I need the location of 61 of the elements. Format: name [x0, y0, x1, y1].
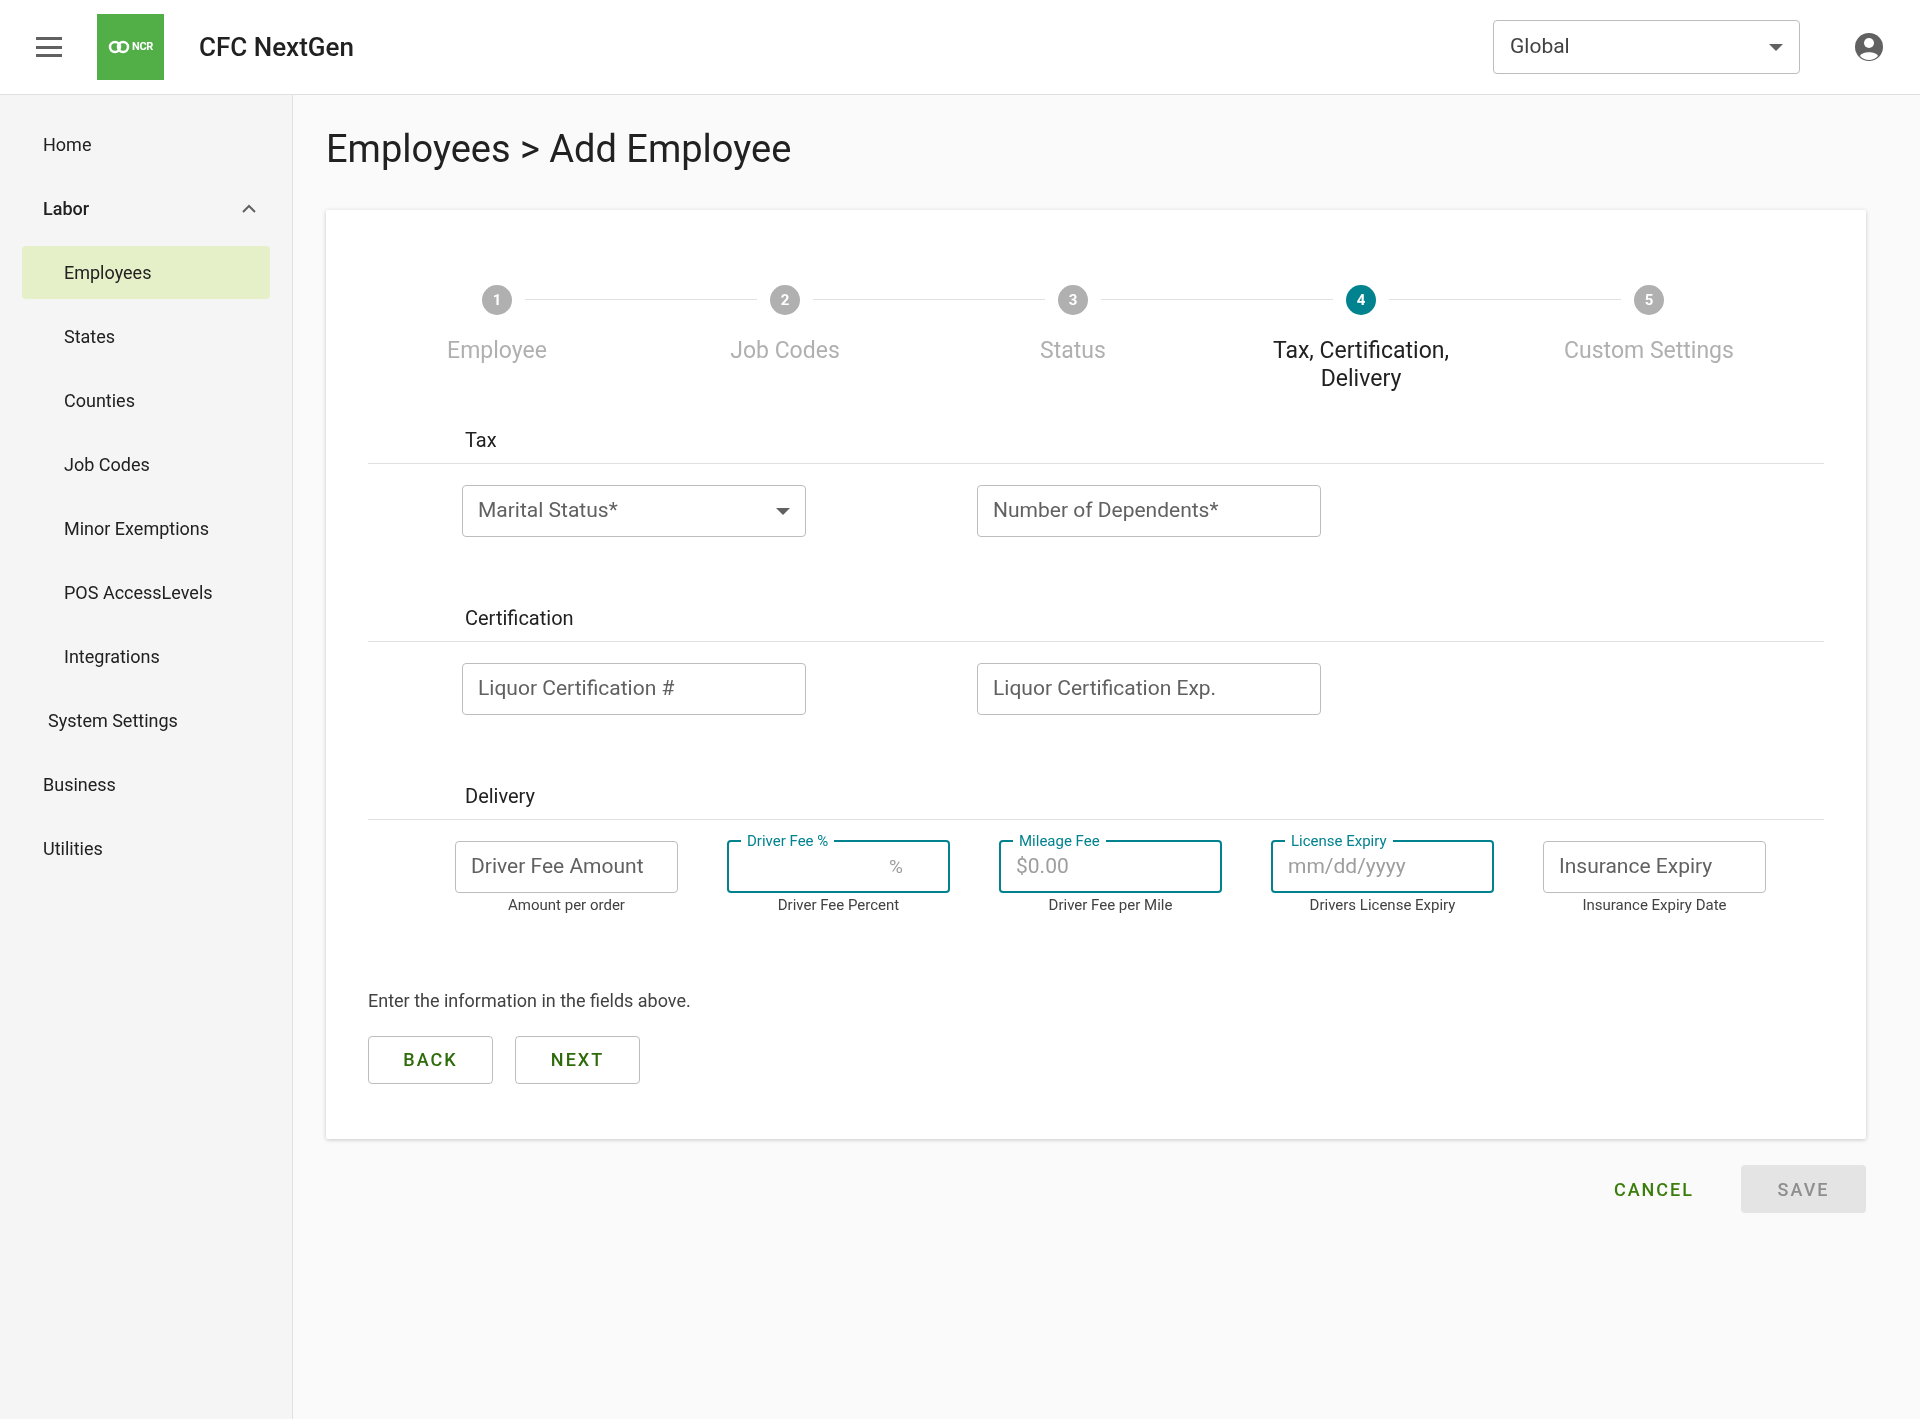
- step-number[interactable]: 4: [1346, 285, 1376, 315]
- dropdown-arrow-icon: [1769, 43, 1783, 51]
- menu-icon[interactable]: [36, 37, 62, 57]
- field-label: License Expiry: [1290, 831, 1388, 851]
- nav-item[interactable]: Employees: [22, 246, 270, 299]
- input-field[interactable]: Number of Dependents*: [977, 485, 1321, 537]
- logo-text: NCR: [131, 38, 154, 55]
- section-title: Certification: [368, 603, 1824, 642]
- nav-item[interactable]: Integrations: [22, 630, 270, 683]
- step-label: Tax, Certification, Delivery: [1272, 337, 1450, 393]
- helper-text: Insurance Expiry Date: [1582, 895, 1727, 916]
- nav-item[interactable]: Minor Exemptions: [22, 502, 270, 555]
- section-title: Delivery: [368, 781, 1824, 820]
- input-field[interactable]: Driver Fee Amount: [455, 841, 678, 893]
- input-text[interactable]: Insurance Expiry: [1559, 851, 1750, 883]
- page-title: Employees > Add Employee: [326, 130, 793, 168]
- section-title: Tax: [368, 425, 1824, 464]
- nav-item[interactable]: POS AccessLevels: [22, 566, 270, 619]
- helper-text: Amount per order: [508, 895, 625, 916]
- input-text[interactable]: Liquor Certification Exp.: [993, 673, 1305, 705]
- nav-item[interactable]: Utilities: [22, 822, 270, 875]
- input-text[interactable]: mm/dd/yyyy: [1288, 851, 1477, 883]
- footer-button: SAVE: [1741, 1165, 1866, 1213]
- nav-label: Labor: [43, 197, 90, 221]
- nav-item[interactable]: Job Codes: [22, 438, 270, 491]
- step-label: Custom Settings: [1563, 337, 1735, 365]
- helper-text: Driver Fee Percent: [777, 895, 900, 916]
- nav-item[interactable]: States: [22, 310, 270, 363]
- step-label: Status: [1039, 337, 1107, 365]
- app-title: CFC NextGen: [199, 30, 354, 64]
- dropdown-arrow-icon: [776, 507, 790, 515]
- scope-select[interactable]: Global: [1493, 20, 1800, 74]
- helper-text: Drivers License Expiry: [1309, 895, 1456, 916]
- footer-button[interactable]: CANCEL: [1603, 1165, 1704, 1213]
- nav-item[interactable]: System Settings: [22, 694, 270, 747]
- chevron-up-icon: [242, 204, 256, 213]
- nav-item[interactable]: Home: [22, 118, 270, 171]
- input-field[interactable]: Liquor Certification #: [462, 663, 806, 715]
- input-text[interactable]: Driver Fee Amount: [471, 851, 662, 883]
- account-icon[interactable]: [1854, 32, 1884, 62]
- input-text[interactable]: $0.00: [1016, 851, 1205, 883]
- step-button[interactable]: NEXT: [515, 1035, 640, 1084]
- field-label: Driver Fee %: [746, 831, 830, 851]
- rings-icon: [107, 40, 130, 54]
- nav-item[interactable]: Labor: [22, 182, 270, 235]
- input-field[interactable]: Marital Status*: [462, 485, 806, 537]
- helper-text: Driver Fee per Mile: [1048, 895, 1173, 916]
- step-label: Employee: [446, 337, 548, 365]
- input-field[interactable]: Liquor Certification Exp.: [977, 663, 1321, 715]
- step-label: Job Codes: [729, 337, 841, 365]
- step-button[interactable]: BACK: [368, 1035, 493, 1084]
- input-field[interactable]: Insurance Expiry: [1543, 841, 1766, 893]
- field-label: Mileage Fee: [1018, 831, 1101, 851]
- input-text[interactable]: Marital Status*: [478, 495, 776, 527]
- instructions-text: Enter the information in the fields above.: [368, 988, 692, 1013]
- nav-item[interactable]: Business: [22, 758, 270, 811]
- select-value: Global: [1510, 33, 1570, 61]
- input-text[interactable]: Liquor Certification #: [478, 673, 790, 705]
- input-text[interactable]: Number of Dependents*: [993, 495, 1305, 527]
- field-suffix: %: [889, 853, 903, 880]
- nav-item[interactable]: Counties: [22, 374, 270, 427]
